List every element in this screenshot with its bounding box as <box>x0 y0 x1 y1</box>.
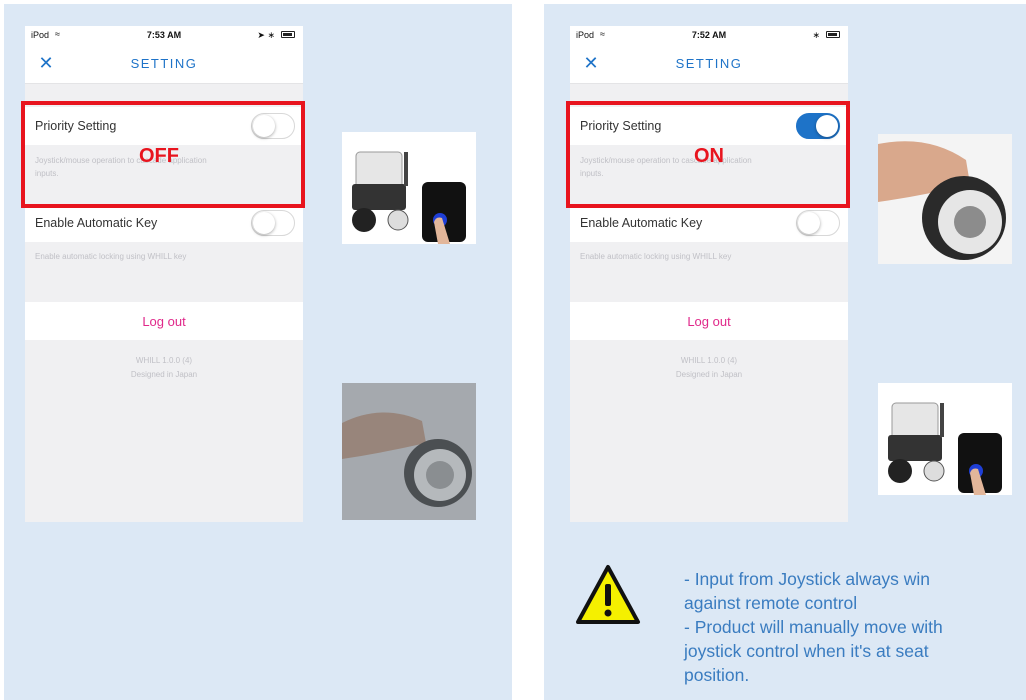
note-line-3: - Product will manually move with <box>684 617 943 637</box>
wheelchair-illustration <box>888 402 1002 495</box>
page-title: SETTING <box>675 56 743 71</box>
page-title: SETTING <box>130 56 198 71</box>
app-footer: WHILL 1.0.0 (4) Designed in Japan <box>570 354 848 382</box>
designed-label: Designed in Japan <box>130 370 198 379</box>
joystick-photo-dimmed <box>342 383 476 520</box>
automatic-key-label: Enable Automatic Key <box>35 216 158 230</box>
warning-icon <box>576 565 640 624</box>
version-label: WHILL 1.0.0 (4) <box>680 356 738 365</box>
automatic-key-description: Enable automatic locking using WHILL key <box>35 252 187 261</box>
panel-on: iPod ≈ 7:52 AM ∗ ✕ SETTING Priority Sett… <box>544 4 1026 700</box>
logout-label: Log out <box>687 314 731 329</box>
bluetooth-icon: ➤ ∗ <box>257 30 275 40</box>
joystick-illustration <box>342 383 476 520</box>
automatic-key-toggle[interactable] <box>251 210 295 236</box>
toggle-knob <box>253 212 275 234</box>
joystick-photo <box>878 134 1012 264</box>
priority-note: - Input from Joystick always win against… <box>684 567 1004 687</box>
wheelchair-illustration <box>352 151 466 244</box>
battery-icon <box>281 31 295 38</box>
automatic-key-row: Enable Automatic Key <box>570 204 848 242</box>
battery-icon <box>826 31 840 38</box>
status-bar: iPod ≈ 7:52 AM ∗ <box>570 26 848 44</box>
toggle-knob <box>798 212 820 234</box>
bluetooth-icon: ∗ <box>812 30 820 40</box>
note-line-1: - Input from Joystick always win <box>684 569 931 589</box>
status-bar: iPod ≈ 7:53 AM ➤ ∗ <box>25 26 303 44</box>
joystick-illustration <box>878 134 1012 264</box>
status-time: 7:52 AM <box>691 30 727 40</box>
automatic-key-label: Enable Automatic Key <box>580 216 703 230</box>
state-label-on: ON <box>694 145 724 167</box>
designed-label: Designed in Japan <box>675 370 743 379</box>
nav-bar: ✕ SETTING <box>25 44 303 84</box>
logout-button[interactable]: Log out <box>25 302 303 340</box>
note-line-4: joystick control when it's at seat <box>684 641 929 661</box>
nav-bar: ✕ SETTING <box>570 44 848 84</box>
note-line-2: against remote control <box>684 593 858 613</box>
automatic-key-row: Enable Automatic Key <box>25 204 303 242</box>
logout-label: Log out <box>142 314 186 329</box>
panel-off: iPod ≈ 7:53 AM ➤ ∗ ✕ SETTING Priority Se… <box>4 4 512 700</box>
automatic-key-toggle[interactable] <box>796 210 840 236</box>
app-footer: WHILL 1.0.0 (4) Designed in Japan <box>25 354 303 382</box>
note-line-5: position. <box>684 665 750 685</box>
version-label: WHILL 1.0.0 (4) <box>135 356 193 365</box>
wheelchair-remote-photo <box>878 383 1012 495</box>
automatic-key-description: Enable automatic locking using WHILL key <box>580 252 732 261</box>
state-label-off: OFF <box>139 145 179 167</box>
wheelchair-remote-photo <box>342 132 476 244</box>
logout-button[interactable]: Log out <box>570 302 848 340</box>
